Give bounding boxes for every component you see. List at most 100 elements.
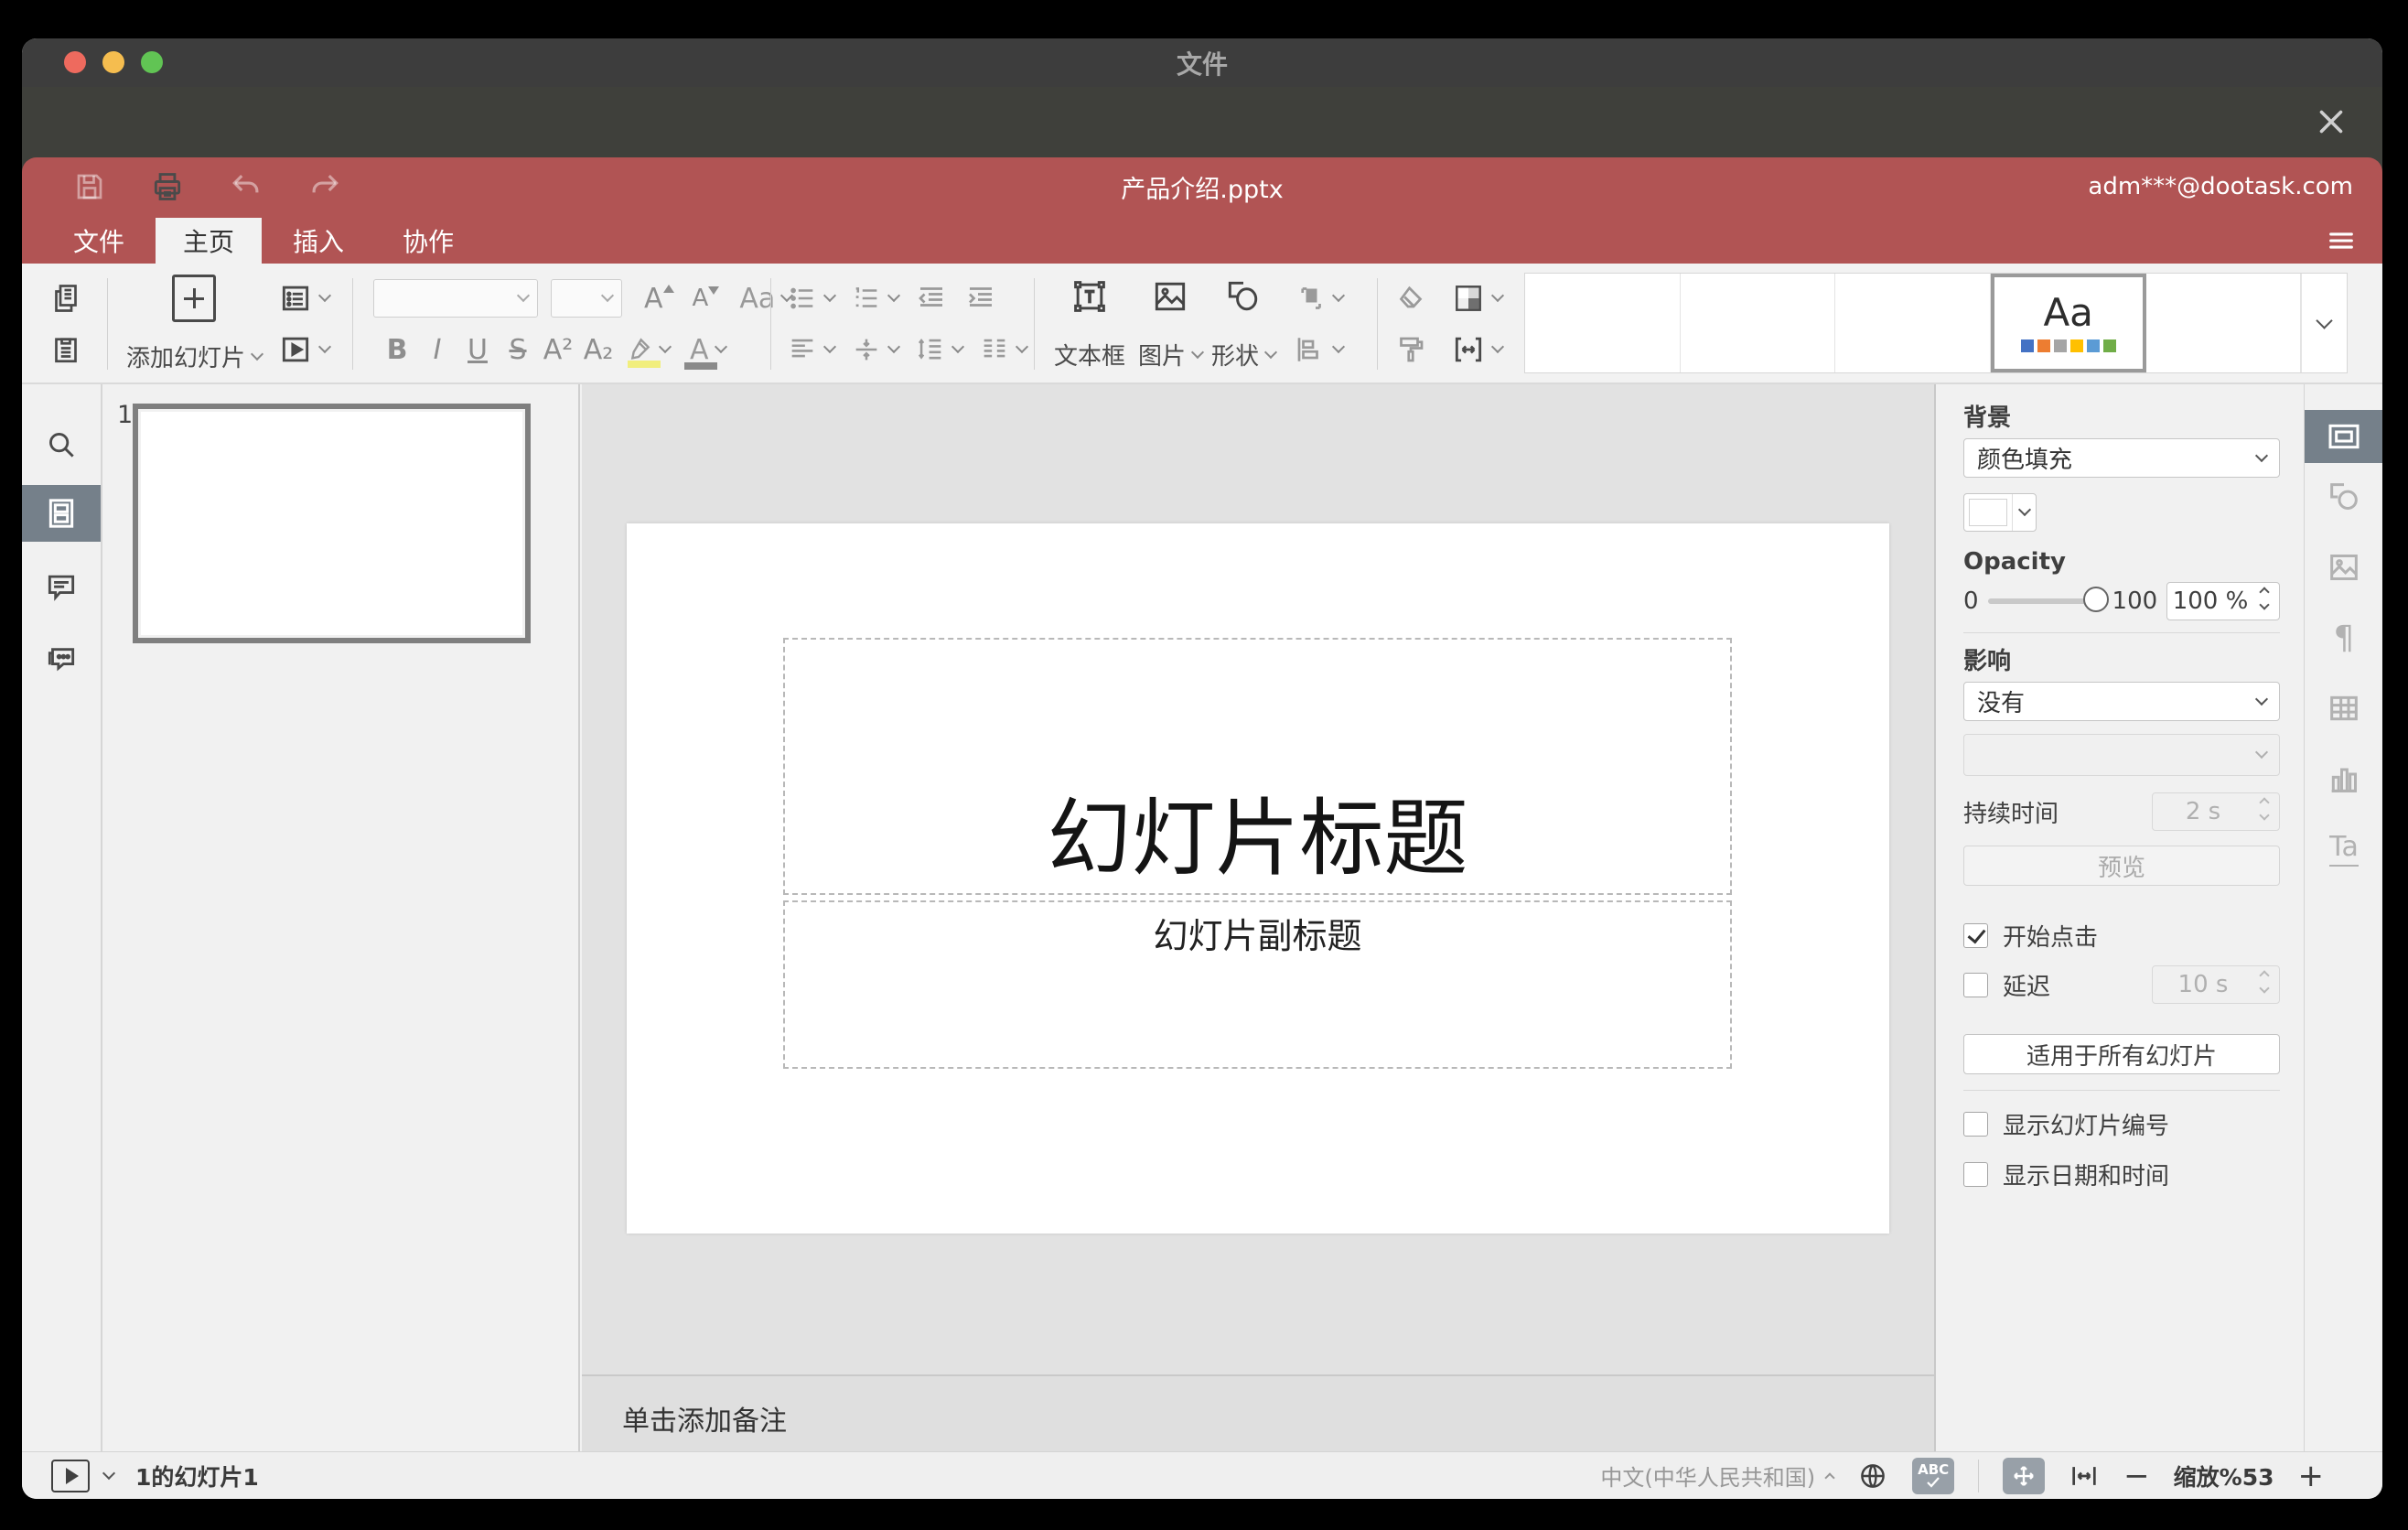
change-case-button[interactable]: Aa — [739, 283, 794, 315]
tab-collaboration[interactable]: 协作 — [375, 218, 481, 264]
insert-shape-button[interactable]: 形状 — [1204, 271, 1283, 377]
copy-icon[interactable] — [49, 282, 82, 315]
bold-button[interactable]: B — [377, 334, 417, 366]
start-preview-button[interactable] — [51, 1459, 90, 1492]
color-scheme-icon[interactable] — [1451, 281, 1505, 316]
menu-hamburger-icon[interactable] — [2326, 225, 2357, 256]
shape-settings-icon[interactable] — [2305, 479, 2382, 515]
show-slide-number-row[interactable]: 显示幻灯片编号 — [1963, 1107, 2280, 1141]
slide-size-icon[interactable] — [1451, 332, 1505, 367]
subtitle-placeholder[interactable]: 幻灯片副标题 — [783, 900, 1732, 1069]
decrease-font-button[interactable]: A — [693, 285, 720, 312]
comments-icon[interactable] — [22, 570, 101, 605]
insert-image-button[interactable]: 图片 — [1131, 271, 1209, 377]
search-icon[interactable] — [22, 427, 101, 462]
opacity-spinner[interactable]: 100 % — [2166, 582, 2280, 620]
table-settings-icon[interactable] — [2305, 690, 2382, 727]
effect-dropdown[interactable]: 没有 — [1963, 682, 2280, 721]
window-title: 文件 — [1176, 48, 1228, 80]
theme-gallery-expand[interactable] — [2301, 274, 2347, 372]
theme-option-selected[interactable]: Aa — [1990, 274, 2146, 372]
format-painter-icon[interactable] — [1394, 333, 1427, 366]
show-date-time-checkbox[interactable] — [1963, 1162, 1988, 1187]
horizontal-align-icon[interactable] — [787, 334, 837, 365]
theme-option[interactable] — [1681, 274, 1836, 372]
slide-thumbnail[interactable] — [133, 404, 531, 643]
numbered-list-icon[interactable] — [851, 283, 901, 314]
right-icon-rail: ¶ Ta — [2304, 384, 2382, 1451]
apply-to-all-button[interactable]: 适用于所有幻灯片 — [1963, 1034, 2280, 1074]
start-slideshow-icon[interactable] — [278, 332, 332, 367]
check-icon — [1927, 1477, 1940, 1488]
spellcheck-toggle[interactable]: ABC — [1912, 1457, 1955, 1494]
fit-to-width-button[interactable] — [2069, 1460, 2100, 1492]
insert-textbox-button[interactable]: 文本框 — [1050, 271, 1129, 377]
italic-button[interactable]: I — [417, 334, 457, 366]
chevron-down-icon — [714, 339, 727, 354]
clear-style-icon[interactable] — [1394, 282, 1427, 315]
vertical-align-icon[interactable] — [851, 334, 901, 365]
underline-button[interactable]: U — [457, 334, 498, 366]
theme-option[interactable] — [2146, 274, 2302, 372]
slide-layout-icon[interactable] — [278, 281, 332, 316]
notes-area[interactable]: 单击添加备注 — [582, 1374, 1934, 1451]
fit-to-slide-button[interactable] — [2003, 1457, 2046, 1494]
chevron-down-icon — [2254, 448, 2269, 462]
slides-panel-toggle[interactable] — [22, 485, 101, 542]
subscript-button[interactable]: A₂ — [578, 334, 618, 366]
superscript-button[interactable]: A² — [538, 334, 578, 366]
paragraph-settings-icon[interactable]: ¶ — [2305, 620, 2382, 657]
spinner-up-icon[interactable] — [2259, 587, 2270, 598]
zoom-in-button[interactable]: + — [2298, 1460, 2325, 1492]
chevron-down-icon — [250, 347, 264, 361]
slide-counter: 1的幻灯片1 — [135, 1463, 259, 1491]
show-date-time-row[interactable]: 显示日期和时间 — [1963, 1158, 2280, 1191]
start-on-click-row[interactable]: 开始点击 — [1963, 919, 2280, 953]
zoom-out-button[interactable]: − — [2123, 1460, 2150, 1492]
slide-settings-tab[interactable] — [2305, 410, 2382, 463]
show-slide-number-checkbox[interactable] — [1963, 1112, 1988, 1137]
bullet-list-icon[interactable] — [787, 283, 837, 314]
theme-option[interactable] — [1525, 274, 1681, 372]
tab-insert[interactable]: 插入 — [265, 218, 371, 264]
chat-icon[interactable] — [22, 641, 101, 676]
delay-row[interactable]: 延迟 10 s — [1963, 965, 2280, 1004]
chevron-down-icon — [2316, 311, 2333, 329]
textart-settings-icon[interactable]: Ta — [2305, 831, 2382, 867]
font-color-button[interactable]: A — [684, 334, 727, 370]
opacity-slider[interactable] — [1987, 587, 2109, 612]
language-selector[interactable]: 中文(中华人民共和国) — [1600, 1460, 1835, 1492]
close-icon[interactable] — [2313, 103, 2349, 140]
editor-canvas: 幻灯片标题 幻灯片副标题 单击添加备注 — [582, 384, 1934, 1451]
title-placeholder[interactable]: 幻灯片标题 — [783, 638, 1732, 895]
font-size-combo[interactable] — [551, 279, 622, 318]
start-on-click-checkbox[interactable] — [1963, 923, 1988, 948]
fill-color-picker[interactable] — [1963, 493, 2037, 532]
align-shapes-icon[interactable] — [1294, 333, 1346, 366]
delay-checkbox[interactable] — [1963, 972, 1988, 997]
spinner-down-icon[interactable] — [2259, 599, 2270, 610]
add-slide-button[interactable]: 添加幻灯片 — [123, 271, 265, 377]
zoom-level: 缩放%53 — [2173, 1463, 2274, 1491]
tab-home[interactable]: 主页 — [156, 218, 263, 264]
chevron-down-icon[interactable] — [102, 1466, 116, 1480]
highlight-color-button[interactable] — [624, 335, 672, 368]
tab-file[interactable]: 文件 — [46, 218, 152, 264]
image-settings-icon[interactable] — [2305, 549, 2382, 586]
line-spacing-icon[interactable] — [915, 334, 965, 365]
strikeout-button[interactable]: S — [498, 334, 538, 366]
set-language-globe-icon[interactable] — [1857, 1460, 1888, 1492]
fill-type-dropdown[interactable]: 颜色填充 — [1963, 438, 2280, 478]
paste-icon[interactable] — [49, 333, 82, 366]
chart-settings-icon[interactable] — [2305, 760, 2382, 797]
font-name-combo[interactable] — [373, 279, 538, 318]
arrange-objects-icon[interactable] — [1294, 282, 1346, 315]
chevron-down-icon — [516, 288, 531, 303]
increase-indent-icon[interactable] — [964, 282, 997, 315]
decrease-indent-icon[interactable] — [915, 282, 948, 315]
ribbon-tabs: 文件 主页 插入 协作 — [46, 218, 485, 264]
theme-option[interactable] — [1835, 274, 1991, 372]
increase-font-button[interactable]: A — [644, 283, 674, 315]
opacity-slider-knob[interactable] — [2082, 587, 2109, 612]
columns-icon[interactable] — [979, 334, 1029, 365]
